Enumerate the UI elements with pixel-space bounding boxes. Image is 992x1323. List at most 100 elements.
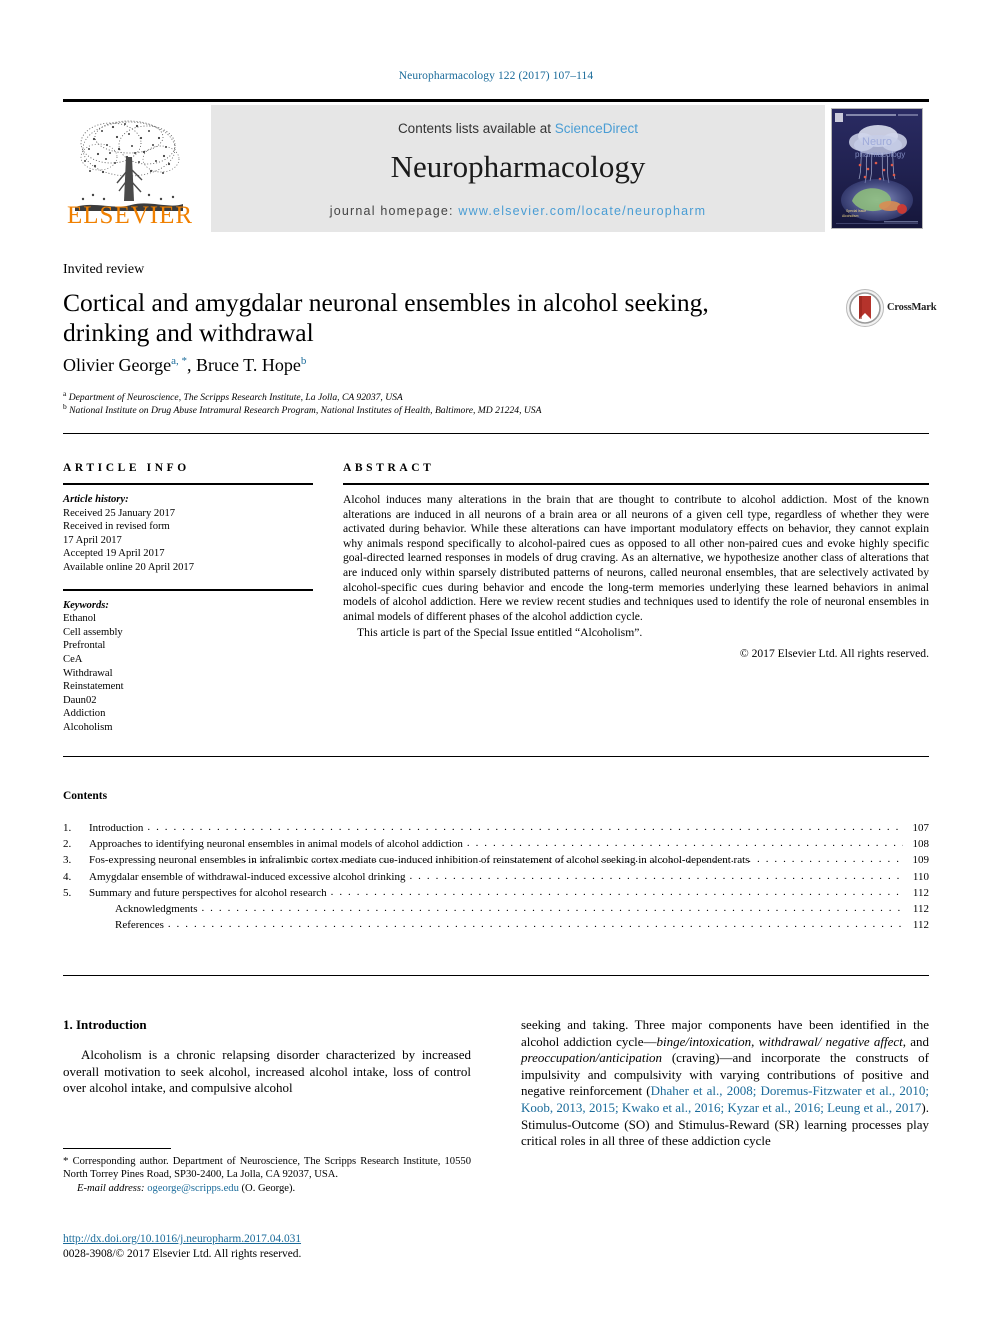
email-address-link[interactable]: ogeorge@scripps.edu bbox=[147, 1183, 239, 1194]
toc-leader-dots: . . . . . . . . . . . . . . . . . . . . … bbox=[330, 885, 903, 898]
toc-label[interactable]: Introduction bbox=[89, 820, 147, 836]
svg-text:pharmacology: pharmacology bbox=[855, 150, 905, 159]
contents-heading: Contents bbox=[63, 790, 108, 802]
affiliation-a-marker: a bbox=[63, 389, 67, 398]
affiliation-b-text: National Institute on Drug Abuse Intramu… bbox=[69, 405, 542, 417]
corresponding-author-text: Corresponding author. Department of Neur… bbox=[63, 1156, 471, 1181]
toc-page-number: 107 bbox=[912, 822, 930, 834]
author-2-superscript: b bbox=[300, 355, 307, 367]
toc-leader-dots: . . . . . . . . . . . . . . . . . . . . … bbox=[466, 837, 903, 850]
abstract-body: Alcohol induces many alterations in the … bbox=[343, 493, 929, 641]
body-column-left: 1. Introduction Alcoholism is a chronic … bbox=[63, 1017, 471, 1097]
svg-text:Alcoholism: Alcoholism bbox=[842, 214, 859, 218]
article-info-rule bbox=[63, 483, 313, 485]
toc-label[interactable]: Acknowledgments bbox=[115, 901, 201, 917]
article-history-label: Article history: bbox=[63, 494, 129, 505]
toc-page-number: 112 bbox=[912, 886, 929, 899]
article-info-column: ARTICLE INFO Article history: Received 2… bbox=[63, 462, 313, 735]
sciencedirect-link[interactable]: ScienceDirect bbox=[555, 121, 638, 136]
keywords-label: Keywords: bbox=[63, 599, 109, 611]
toc-leader-dots: . . . . . . . . . . . . . . . . . . . . … bbox=[147, 821, 903, 833]
body-italic-3: preoccupation/anticipation bbox=[521, 1050, 663, 1066]
table-of-contents: 1. Introduction . . . . . . . . . . . . … bbox=[63, 820, 929, 933]
toc-number: 5. bbox=[63, 886, 72, 899]
section-title-introduction: 1. Introduction bbox=[63, 1017, 147, 1032]
toc-number: 3. bbox=[63, 854, 72, 867]
abstract-copyright: © 2017 Elsevier Ltd. All rights reserved… bbox=[739, 646, 929, 660]
keyword-item: Alcoholism bbox=[63, 721, 113, 733]
body-text-part3: , and bbox=[902, 1033, 930, 1049]
intro-paragraph-continued: seeking and taking. Three major componen… bbox=[521, 1017, 929, 1150]
contents-available-line: Contents lists available at ScienceDirec… bbox=[211, 121, 825, 136]
abstract-column: ABSTRACT Alcohol induces many alteration… bbox=[343, 462, 929, 660]
affiliation-b-marker: b bbox=[63, 402, 67, 411]
history-item: Accepted 19 April 2017 bbox=[63, 548, 165, 560]
toc-page-number: 112 bbox=[912, 903, 929, 916]
crossmark-label: CrossMark bbox=[887, 302, 937, 313]
journal-homepage-line: journal homepage: www.elsevier.com/locat… bbox=[211, 204, 825, 218]
history-item: Available online 20 April 2017 bbox=[63, 561, 195, 573]
journal-homepage-link[interactable]: www.elsevier.com/locate/neuropharm bbox=[458, 204, 706, 218]
homepage-prefix-text: journal homepage: bbox=[329, 204, 459, 218]
article-history-block: Article history: Received 25 January 201… bbox=[63, 493, 313, 575]
history-item: Received 25 January 2017 bbox=[63, 507, 176, 519]
abstract-rule bbox=[343, 483, 929, 485]
toc-entry[interactable]: 5. Summary and future perspectives for a… bbox=[63, 885, 929, 901]
author-1-superscript: a, * bbox=[171, 355, 188, 367]
toc-entry[interactable]: 4. Amygdalar ensemble of withdrawal-indu… bbox=[63, 869, 929, 885]
email-owner-text: (O. George). bbox=[241, 1182, 296, 1194]
svg-text:Special Issue: Special Issue bbox=[846, 209, 866, 213]
keyword-item: Ethanol bbox=[63, 613, 96, 625]
article-type-label: Invited review bbox=[63, 262, 145, 277]
journal-cover-area: Neuro pharmacology Special Issue Alcohol… bbox=[825, 105, 929, 232]
body-italic-2: withdrawal/ negative affect bbox=[758, 1033, 903, 1049]
toc-leader-dots: . . . . . . . . . . . . . . . . . . . . … bbox=[409, 869, 903, 882]
keyword-item: Daun02 bbox=[63, 694, 97, 706]
contents-prefix-text: Contents lists available at bbox=[397, 121, 555, 136]
author-name-2: Bruce T. Hope bbox=[196, 355, 301, 375]
masthead-center-band: Contents lists available at ScienceDirec… bbox=[211, 105, 825, 232]
toc-entry[interactable]: 1. Introduction . . . . . . . . . . . . … bbox=[63, 820, 929, 836]
elsevier-wordmark: ELSEVIER bbox=[67, 202, 194, 229]
keyword-item: Cell assembly bbox=[63, 626, 123, 638]
body-text-part2: , bbox=[751, 1033, 759, 1049]
toc-entry[interactable]: References . . . . . . . . . . . . . . .… bbox=[63, 917, 929, 933]
running-head: Neuropharmacology 122 (2017) 107–114 bbox=[398, 70, 594, 82]
doi-and-issn-block: http://dx.doi.org/10.1016/j.neuropharm.2… bbox=[63, 1232, 483, 1262]
footnote-star-marker: * bbox=[63, 1155, 69, 1167]
publisher-logo-area: ELSEVIER bbox=[63, 105, 211, 232]
journal-cover-thumbnail: Neuro pharmacology Special Issue Alcohol… bbox=[831, 108, 923, 229]
toc-label[interactable]: References bbox=[115, 917, 168, 933]
toc-page-number: 108 bbox=[912, 838, 930, 851]
keyword-item: Prefrontal bbox=[63, 640, 106, 652]
divider-below-abstract bbox=[63, 756, 929, 757]
abstract-paragraph-2: This article is part of the Special Issu… bbox=[357, 626, 643, 640]
toc-entry[interactable]: Acknowledgments . . . . . . . . . . . . … bbox=[63, 901, 929, 917]
history-item: Received in revised form bbox=[63, 521, 170, 533]
toc-entry[interactable]: 2. Approaches to identifying neuronal en… bbox=[63, 836, 929, 852]
author-list: Olivier Georgea, *, Bruce T. Hopeb bbox=[63, 355, 307, 375]
toc-leader-dots: . . . . . . . . . . . . . . . . . . . . … bbox=[201, 902, 903, 915]
body-column-right: seeking and taking. Three major componen… bbox=[521, 1017, 929, 1150]
journal-title: Neuropharmacology bbox=[390, 149, 646, 184]
toc-label[interactable]: Amygdalar ensemble of withdrawal-induced… bbox=[89, 869, 409, 885]
keyword-item: Addiction bbox=[63, 708, 106, 720]
footnote-divider bbox=[63, 1148, 171, 1149]
keywords-rule bbox=[63, 588, 313, 591]
toc-label[interactable]: Approaches to identifying neuronal ensem… bbox=[89, 836, 467, 852]
toc-number: 4. bbox=[63, 870, 72, 883]
crossmark-badge[interactable]: CrossMark bbox=[845, 288, 941, 332]
svg-text:Neuro: Neuro bbox=[862, 136, 892, 148]
keyword-item: Reinstatement bbox=[63, 681, 124, 693]
keyword-item: CeA bbox=[63, 653, 83, 665]
toc-leader-dots: . . . . . . . . . . . . . . . . . . . . … bbox=[235, 853, 903, 866]
abstract-paragraph-1: Alcohol induces many alterations in the … bbox=[343, 493, 929, 623]
toc-label[interactable]: Summary and future perspectives for alco… bbox=[89, 885, 331, 901]
corresponding-author-footnote: * Corresponding author. Department of Ne… bbox=[63, 1155, 471, 1195]
doi-link[interactable]: http://dx.doi.org/10.1016/j.neuropharm.2… bbox=[63, 1232, 483, 1247]
toc-number: 1. bbox=[63, 822, 72, 834]
page-title: Cortical and amygdalar neuronal ensemble… bbox=[63, 288, 709, 347]
keyword-item: Withdrawal bbox=[63, 667, 113, 679]
affiliation-b: b National Institute on Drug Abuse Intra… bbox=[63, 401, 823, 418]
toc-leader-dots: . . . . . . . . . . . . . . . . . . . . … bbox=[167, 918, 903, 931]
